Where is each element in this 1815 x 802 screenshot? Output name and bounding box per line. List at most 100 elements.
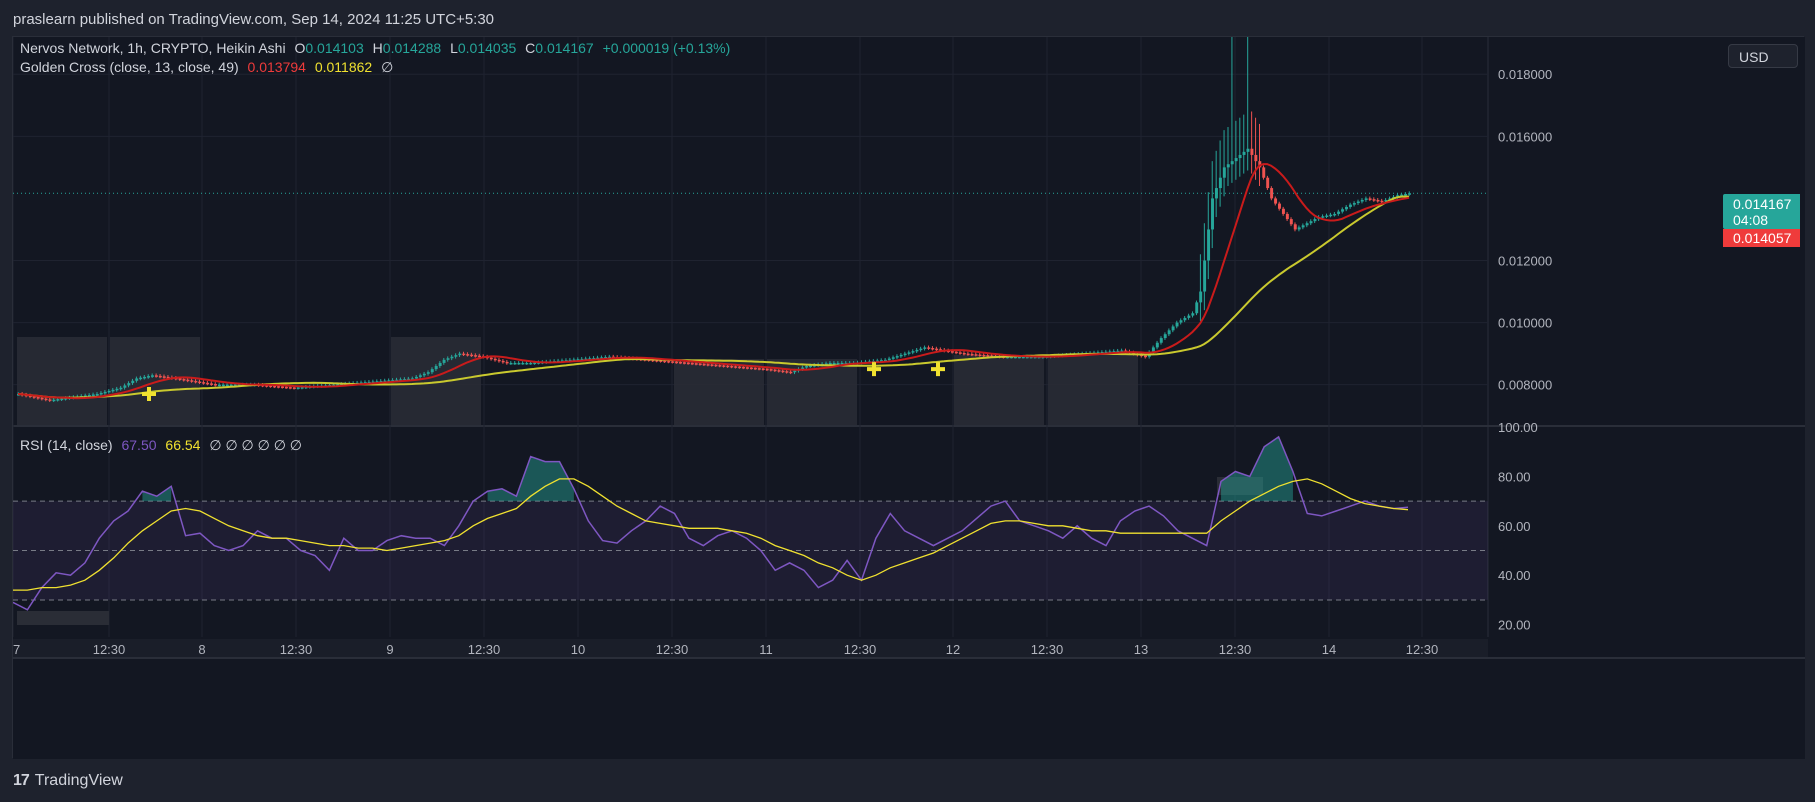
close-value: 0.014167 xyxy=(535,40,594,56)
candle-body xyxy=(718,365,722,367)
candle-body xyxy=(702,363,706,366)
candle-body xyxy=(194,380,198,383)
candle-body xyxy=(123,385,127,388)
candle-body xyxy=(1372,199,1376,201)
candle-body xyxy=(1234,158,1238,162)
candle-body xyxy=(119,387,123,390)
symbol-title: Nervos Network, 1h, CRYPTO, Heikin Ashi xyxy=(20,40,286,56)
candle-body xyxy=(671,361,675,363)
time-tick-label: 13 xyxy=(1134,642,1148,657)
candle-body xyxy=(974,354,978,356)
candle-body xyxy=(777,370,781,372)
candle-body xyxy=(466,354,470,356)
time-tick-label: 11 xyxy=(759,642,773,657)
candle-body xyxy=(1207,229,1211,261)
candle-body xyxy=(103,391,107,394)
chart-frame[interactable]: 7 12:30 8 12:30 9 12:30 10 12:30 11 12:30 12 12:30 1… xyxy=(12,36,1805,759)
brand[interactable]: 17 TradingView xyxy=(13,772,123,790)
candle-body xyxy=(1368,198,1372,200)
candle-body xyxy=(891,357,895,359)
candle-body xyxy=(710,364,714,366)
candle-body xyxy=(738,366,742,369)
candle-body xyxy=(773,369,777,372)
candle-body xyxy=(430,369,434,373)
candle-body xyxy=(115,388,119,391)
candle-body xyxy=(154,375,158,377)
candle-body xyxy=(458,353,462,356)
time-tick-label: 12:30 xyxy=(1031,642,1064,657)
candle-body xyxy=(1179,320,1183,323)
candle-body xyxy=(986,355,990,357)
candle-body xyxy=(225,384,229,387)
candle-body xyxy=(292,387,296,389)
volume-block xyxy=(1048,355,1138,425)
candle-body xyxy=(1364,198,1368,200)
candle-body xyxy=(1289,219,1293,225)
currency-button[interactable]: USD xyxy=(1728,44,1798,68)
candle-body xyxy=(832,362,836,365)
candle-body xyxy=(438,362,442,367)
rsi-tick-label: 100.00 xyxy=(1498,420,1538,435)
candle-body xyxy=(277,386,281,388)
fast-ma-tag: 0.014057 xyxy=(1723,229,1800,247)
candle-body xyxy=(525,362,529,365)
candle-body xyxy=(52,399,56,402)
candle-body xyxy=(1199,291,1203,303)
main-legend: Nervos Network, 1h, CRYPTO, Heikin Ashi … xyxy=(20,40,735,56)
candle-body xyxy=(1301,225,1305,228)
candle-body xyxy=(202,382,206,384)
publish-header: praslearn published on TradingView.com, … xyxy=(0,0,1815,36)
candle-body xyxy=(162,376,166,378)
candle-body xyxy=(462,353,466,356)
chart-canvas[interactable]: 7 12:30 8 12:30 9 12:30 10 12:30 11 12:30 12 12:30 1… xyxy=(13,37,1805,759)
candle-body xyxy=(1242,151,1246,155)
candle-body xyxy=(915,349,919,352)
candle-body xyxy=(1246,148,1250,152)
candle-body xyxy=(1380,200,1384,203)
candle-body xyxy=(1230,161,1234,165)
candle-body xyxy=(1341,209,1345,212)
rsi-legend[interactable]: RSI (14, close) 67.50 66.54 ∅ ∅ ∅ ∅ ∅ ∅ xyxy=(20,437,307,454)
time-tick-label: 12:30 xyxy=(1219,642,1252,657)
candle-body xyxy=(686,362,690,365)
candle-body xyxy=(1352,203,1356,205)
candle-body xyxy=(135,378,139,381)
indicator-fast-value: 0.013794 xyxy=(247,59,306,75)
price-tick-label: 0.012000 xyxy=(1498,253,1552,268)
time-tick-label: 10 xyxy=(571,642,585,657)
candle-body xyxy=(1250,148,1254,155)
candle-body xyxy=(1281,208,1285,214)
candle-body xyxy=(107,390,111,393)
candle-body xyxy=(1254,154,1258,162)
candle-body xyxy=(446,358,450,360)
candle-body xyxy=(1159,338,1163,343)
candle-body xyxy=(1305,223,1309,226)
time-tick-label: 12:30 xyxy=(844,642,877,657)
indicator-slow-value: 0.011862 xyxy=(314,59,373,75)
volume-block xyxy=(17,337,107,425)
candle-body xyxy=(761,368,765,371)
candle-body xyxy=(1171,326,1175,331)
candle-body xyxy=(178,378,182,380)
time-axis-band xyxy=(13,639,1488,657)
candle-body xyxy=(521,362,525,365)
candle-body xyxy=(40,397,44,400)
candle-body xyxy=(143,376,147,379)
candle-body xyxy=(899,354,903,357)
rsi-ma-value: 66.54 xyxy=(165,437,201,453)
candle-body xyxy=(1329,214,1333,217)
candle-body xyxy=(517,362,521,365)
candle-body xyxy=(529,362,533,365)
candle-body xyxy=(474,355,478,357)
high-label: H xyxy=(372,40,383,56)
time-tick-label: 12:30 xyxy=(1406,642,1439,657)
price-tick-label: 0.010000 xyxy=(1498,316,1552,331)
candle-body xyxy=(1278,203,1281,209)
candle-body xyxy=(56,399,60,401)
candle-body xyxy=(1309,221,1313,224)
candle-body xyxy=(903,353,907,356)
candle-body xyxy=(273,385,277,388)
candle-body xyxy=(923,347,927,349)
time-tick-label: 7 xyxy=(13,642,20,657)
indicator-legend[interactable]: Golden Cross (close, 13, close, 49) 0.01… xyxy=(20,59,398,76)
